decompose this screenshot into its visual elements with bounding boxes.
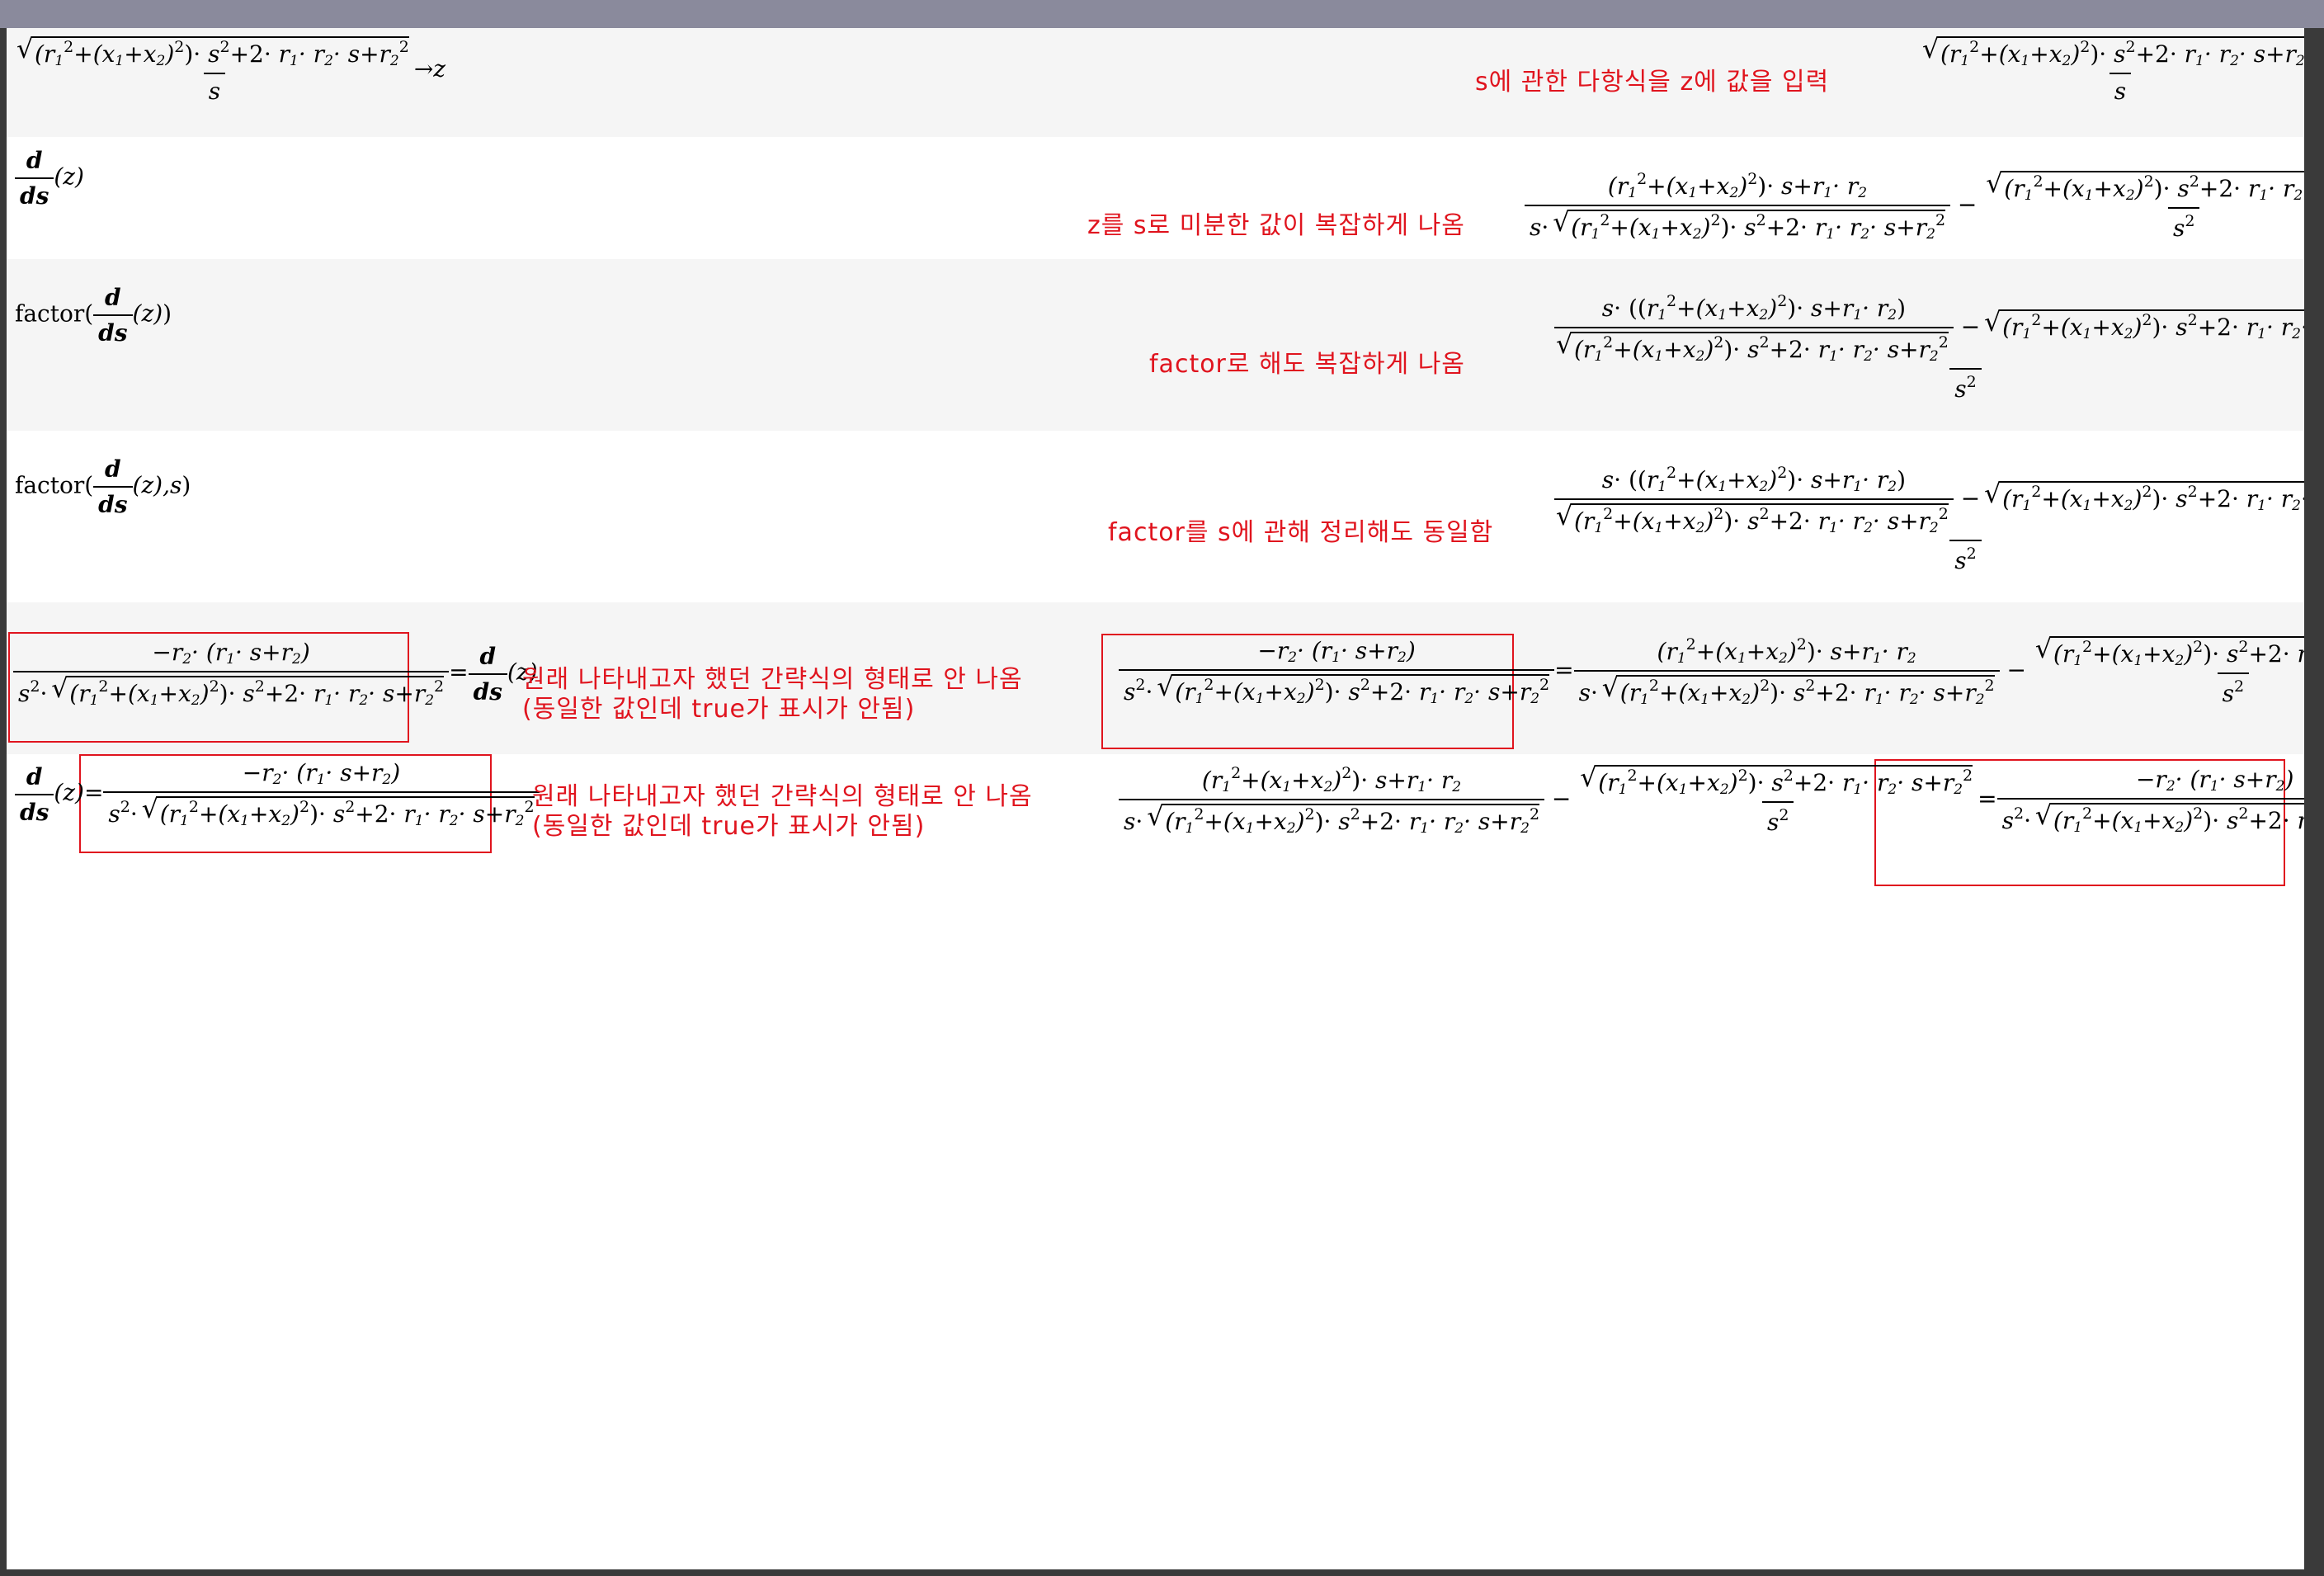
derivative-result: (r12+(x1+x2)2)· s+r1· r2s· (r12+(x1+x2)2… — [1525, 168, 2304, 243]
worksheet-row-4[interactable]: factor(d ds (z),s) factor를 s에 관해 정리해도 동일함 … — [7, 431, 2304, 602]
worksheet-page[interactable]: (r12+(x1+x2)2)· s2+2· r1· r2· s+r22s →z s… — [7, 28, 2304, 1569]
annotation-note-3: factor로 해도 복잡하게 나옴 — [1149, 350, 1465, 379]
result-z-expression: (r12+(x1+x2)2)· s2+2· r1· r2· s+r22s — [1921, 33, 2304, 105]
annotation-note-6a: 원래 나타내고자 했던 간략식의 형태로 안 나옴 — [532, 782, 1033, 811]
window-bottom-border — [0, 1569, 2324, 1576]
annotation-note-5b: (동일한 값인데 true가 표시가 안됨) — [522, 695, 916, 724]
derivative-equals-input[interactable]: dds(z)=−r2· (r1· s+r2)s2· (r12+(x1+x2)2)… — [15, 759, 540, 829]
d-operator: d — [26, 147, 43, 174]
worksheet-row-5[interactable]: −r2· (r1· s+r2)s2· (r12+(x1+x2)2)· s2+2·… — [7, 602, 2304, 754]
ds-operator: ds — [15, 177, 54, 210]
window-left-border — [0, 28, 7, 1576]
window-titlebar[interactable] — [0, 0, 2324, 28]
factor-s-input[interactable]: factor(d ds (z),s) — [15, 455, 191, 518]
application-window: (r12+(x1+x2)2)· s2+2· r1· r2· s+r22s →z s… — [0, 0, 2324, 1576]
define-z-expression[interactable]: (r12+(x1+x2)2)· s2+2· r1· r2· s+r22s→z — [15, 33, 446, 105]
factor-function: factor — [15, 300, 85, 328]
worksheet-row-3[interactable]: factor(d ds (z)) factor로 해도 복잡하게 나옴 s· ((r… — [7, 259, 2304, 431]
worksheet-row-2[interactable]: d ds (z) z를 s로 미분한 값이 복잡하게 나옴 (r12+(x1+x2)… — [7, 137, 2304, 259]
derivative-input[interactable]: d ds (z) — [15, 147, 84, 210]
annotation-note-5a: 원래 나타내고자 했던 간략식의 형태로 안 나옴 — [522, 665, 1023, 694]
annotation-note-2: z를 s로 미분한 값이 복잡하게 나옴 — [1087, 211, 1465, 240]
worksheet-row-1[interactable]: (r12+(x1+x2)2)· s2+2· r1· r2· s+r22s →z s… — [7, 28, 2304, 137]
z-argument: (z) — [54, 163, 84, 191]
window-right-border — [2304, 28, 2324, 1576]
annotation-note-6b: (동일한 값인데 true가 표시가 안됨) — [532, 812, 926, 841]
simplified-equals-result: −r2· (r1· s+r2)s2· (r12+(x1+x2)2)· s2+2·… — [1119, 633, 2304, 708]
assign-arrow: →z — [413, 55, 446, 83]
simplified-equals-input[interactable]: −r2· (r1· s+r2)s2· (r12+(x1+x2)2)· s2+2·… — [13, 639, 538, 709]
annotation-note-1: s에 관한 다항식을 z에 값을 입력 — [1475, 68, 1830, 97]
z-s-arguments: (z),s — [132, 471, 182, 499]
denominator-s: s — [208, 78, 221, 105]
factor-input[interactable]: factor(d ds (z)) — [15, 284, 172, 347]
annotation-note-4: factor를 s에 관해 정리해도 동일함 — [1108, 518, 1494, 547]
derivative-equals-result: (r12+(x1+x2)2)· s+r1· r2s· (r12+(x1+x2)2… — [1119, 762, 2304, 837]
factor-result: s· ((r12+(x1+x2)2)· s+r1· r2)(r12+(x1+x2… — [1549, 292, 2304, 403]
equals-sign: = — [449, 658, 469, 686]
worksheet-row-6[interactable]: dds(z)=−r2· (r1· s+r2)s2· (r12+(x1+x2)2)… — [7, 754, 2304, 903]
factor-s-result: s· ((r12+(x1+x2)2)· s+r1· r2)(r12+(x1+x2… — [1549, 464, 2304, 574]
